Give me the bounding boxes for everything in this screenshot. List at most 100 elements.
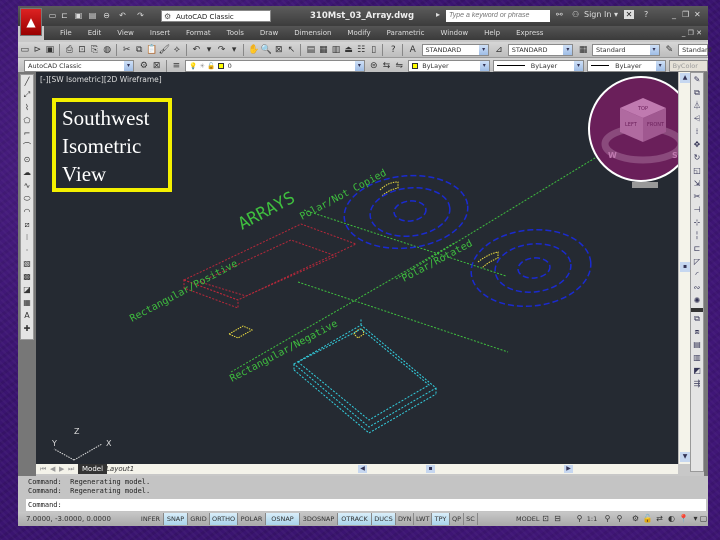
chevron-down-icon[interactable]: ▾ (123, 60, 133, 71)
save-icon[interactable]: ▣ (44, 44, 56, 56)
chevron-down-icon[interactable]: ▾ (649, 44, 659, 55)
toolbar-lock-icon[interactable]: 🔓 (642, 513, 653, 525)
draw-order-back-icon[interactable]: ⧈ (691, 326, 703, 338)
scroll-thumb[interactable]: ▪ (680, 262, 690, 272)
toggle-ducs[interactable]: DUCS (372, 513, 396, 525)
redo-icon[interactable]: ↷ (216, 44, 228, 56)
toggle-lwt[interactable]: LWT (414, 513, 432, 525)
fillet-icon[interactable]: ◜ (691, 269, 703, 281)
table-icon[interactable]: ▦ (21, 297, 33, 309)
viewport-controls-label[interactable]: [-][SW Isometric][2D Wireframe] (40, 75, 162, 84)
table-style-icon[interactable]: ▦ (577, 44, 589, 56)
lineweight-select[interactable]: ByLayer ▾ (587, 59, 666, 72)
sheet-set-icon[interactable]: ⏏ (343, 44, 355, 56)
3d-dwf-icon[interactable]: ◍ (101, 44, 113, 56)
auto-scale-icon[interactable]: ⚲ (614, 513, 625, 525)
chevron-down-icon[interactable]: ▾ (574, 60, 584, 71)
chevron-down-icon[interactable]: ▾ (479, 44, 489, 55)
model-space-button[interactable]: MODEL (514, 513, 539, 525)
redo-dropdown-icon[interactable]: ▾ (228, 44, 240, 56)
binoculars-icon[interactable]: ⚯ (556, 10, 563, 19)
workspace-settings-icon[interactable]: ⚙ (138, 60, 150, 72)
zoom-previous-icon[interactable]: ↖ (286, 44, 298, 56)
erase-icon[interactable]: ✎ (691, 74, 703, 86)
close-button[interactable]: ✕ (694, 10, 701, 19)
multiline-text-icon[interactable]: A (21, 310, 33, 322)
sign-in-link[interactable]: Sign In (584, 10, 611, 19)
table-style-select[interactable]: Standard ▾ (591, 43, 660, 56)
zoom-realtime-icon[interactable]: 🔍 (260, 44, 272, 56)
scroll-down-icon[interactable]: ▼ (680, 452, 690, 462)
save-icon[interactable]: ▣ (74, 11, 83, 20)
text-style-icon[interactable]: A (407, 44, 419, 56)
restore-button[interactable]: ❐ (682, 10, 689, 19)
minimize-button[interactable]: _ (672, 10, 676, 19)
menu-parametric[interactable]: Parametric (387, 29, 425, 37)
copy-icon[interactable]: ⧉ (691, 87, 703, 99)
menu-dimension[interactable]: Dimension (294, 29, 331, 37)
help-icon[interactable]: ? (387, 44, 399, 56)
new-icon[interactable]: ▭ (48, 11, 57, 20)
line-icon[interactable]: ╱ (21, 76, 33, 88)
menu-window-controls[interactable]: _ ❐ ✕ (682, 29, 702, 37)
text-to-front-icon[interactable]: ◩ (691, 365, 703, 377)
layer-properties-icon[interactable]: ≡ (170, 60, 182, 72)
point-icon[interactable]: · (21, 245, 33, 257)
menu-format[interactable]: Format (186, 29, 211, 37)
revision-cloud-icon[interactable]: ☁ (21, 167, 33, 179)
menu-window[interactable]: Window (441, 29, 469, 37)
open-icon[interactable]: ⊳ (32, 44, 44, 56)
make-current-layer-icon[interactable]: ⊜ (368, 60, 380, 72)
exchange-icon[interactable]: ✕ (624, 10, 634, 19)
toggle-sc[interactable]: SC (464, 513, 478, 525)
toggle-qp[interactable]: QP (450, 513, 464, 525)
tab-model[interactable]: Model (78, 464, 108, 474)
bring-above-icon[interactable]: ▤ (691, 339, 703, 351)
break-icon[interactable]: ╎ (691, 230, 703, 242)
construction-line-icon[interactable]: ⤢ (21, 89, 33, 101)
chevron-down-icon[interactable]: ▾ (354, 60, 364, 71)
toggle-ortho[interactable]: ORTHO (210, 513, 238, 525)
toggle-grid[interactable]: GRID (188, 513, 210, 525)
command-line-input[interactable]: Command: (26, 499, 706, 511)
publish-icon[interactable]: ⎘ (89, 44, 101, 56)
ellipse-icon[interactable]: ⬭ (21, 193, 33, 205)
workspace-switching-icon[interactable]: ⚙ (630, 513, 641, 525)
spline-icon[interactable]: ∿ (21, 180, 33, 192)
array-icon[interactable]: ⁞ (691, 126, 703, 138)
color-select[interactable]: ByLayer ▾ (408, 59, 490, 72)
toolbar-grip[interactable] (691, 308, 703, 312)
match-properties-icon[interactable]: 🖌 (159, 44, 171, 56)
toggle-osnap[interactable]: OSNAP (266, 513, 300, 525)
hscroll-left-icon[interactable]: ◀ (358, 465, 367, 473)
hatch-to-back-icon[interactable]: ⇶ (691, 378, 703, 390)
toggle-3dosnap[interactable]: 3DOSNAP (300, 513, 338, 525)
plot-icon[interactable]: ⎙ (64, 44, 76, 56)
stretch-icon[interactable]: ⇲ (691, 178, 703, 190)
hscroll-thumb[interactable]: ▪ (426, 465, 435, 473)
layer-previous-icon[interactable]: ⇆ (381, 60, 393, 72)
rotate-icon[interactable]: ↻ (691, 152, 703, 164)
insert-block-icon[interactable]: ⧄ (21, 219, 33, 231)
menu-draw[interactable]: Draw (260, 29, 278, 37)
zoom-window-icon[interactable]: ⊠ (273, 44, 285, 56)
vertical-scrollbar[interactable]: ▲ ▪ ▼ (678, 72, 690, 464)
draw-order-front-icon[interactable]: ⧉ (691, 313, 703, 325)
plot-preview-icon[interactable]: ⊡ (76, 44, 88, 56)
properties-icon[interactable]: ▤ (305, 44, 317, 56)
quick-view-layouts-icon[interactable]: ⊡ (540, 513, 551, 525)
multileader-style-select[interactable]: Standard (678, 43, 712, 56)
qnew-icon[interactable]: ▭ (19, 44, 31, 56)
tab-next-icon[interactable]: ▶ (59, 464, 64, 474)
menu-view[interactable]: View (117, 29, 134, 37)
tool-palettes-icon[interactable]: ▥ (330, 44, 342, 56)
pan-icon[interactable]: ✋ (248, 44, 260, 56)
gradient-icon[interactable]: ▩ (21, 271, 33, 283)
move-icon[interactable]: ✥ (691, 139, 703, 151)
tab-first-icon[interactable]: ⏮ (40, 464, 46, 474)
dim-style-icon[interactable]: ⊿ (493, 44, 505, 56)
layer-select[interactable]: 💡 ☀ 🔓 0 ▾ (185, 59, 365, 72)
multileader-style-icon[interactable]: ✎ (664, 44, 676, 56)
hatch-icon[interactable]: ▧ (21, 258, 33, 270)
paste-icon[interactable]: 📋 (146, 44, 158, 56)
